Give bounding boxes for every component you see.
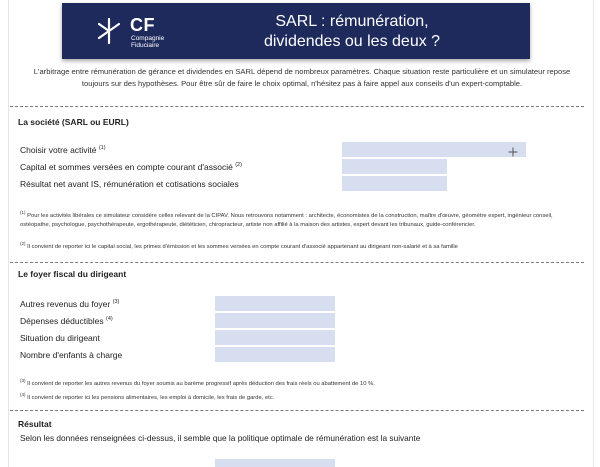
- resultat-net-input[interactable]: [342, 176, 447, 191]
- intro-text: L'arbitrage entre rémunération de géranc…: [33, 67, 571, 88]
- page-title: SARL : rémunération, dividendes ou les d…: [263, 13, 441, 50]
- label-enfants: Nombre d'enfants à charge: [20, 350, 123, 360]
- label-situation: Situation du dirigeant: [20, 333, 100, 343]
- label-depenses: Dépenses déductibles (4): [20, 316, 113, 326]
- company-logo: CF Compagnie Fiduciaire: [96, 15, 186, 49]
- situation-select[interactable]: [215, 330, 335, 345]
- footnote-4: (4) Il convient de reporter ici les pens…: [20, 392, 275, 401]
- label-resultat-net: Résultat net avant IS, rémunération et c…: [20, 179, 239, 189]
- section-title-resultat: Résultat: [18, 419, 52, 429]
- footnote-1: (1) Pour les activités libérales ce simu…: [20, 210, 553, 228]
- resultat-field: [215, 459, 335, 467]
- footnote-3: (3) Il convient de reporter les autres r…: [20, 378, 375, 387]
- label-activite: Choisir votre activité (1): [20, 145, 106, 155]
- resultat-text: Selon les données renseignées ci-dessus,…: [20, 433, 421, 443]
- label-capital: Capital et sommes versées en compte cour…: [20, 162, 242, 172]
- move-cursor-icon: [508, 147, 518, 157]
- divider: [10, 410, 584, 411]
- section-title-societe: La société (SARL ou EURL): [18, 117, 129, 127]
- depenses-input[interactable]: [215, 313, 335, 328]
- activity-select[interactable]: [342, 142, 526, 157]
- logo-initials: CF: [130, 15, 155, 35]
- capital-input[interactable]: [342, 159, 447, 174]
- footnote-2: (2) Il convient de reporter ici le capit…: [20, 241, 458, 250]
- divider: [10, 262, 584, 263]
- label-autres-revenus: Autres revenus du foyer (3): [20, 299, 120, 309]
- divider: [10, 106, 584, 107]
- header-banner: CF Compagnie Fiduciaire SARL : rémunérat…: [62, 3, 530, 59]
- logo-mark-icon: [97, 17, 121, 45]
- logo-subtitle: Compagnie Fiduciaire: [131, 35, 165, 49]
- autres-revenus-input[interactable]: [215, 296, 335, 311]
- enfants-input[interactable]: [215, 347, 335, 362]
- section-title-foyer: Le foyer fiscal du dirigeant: [18, 269, 127, 279]
